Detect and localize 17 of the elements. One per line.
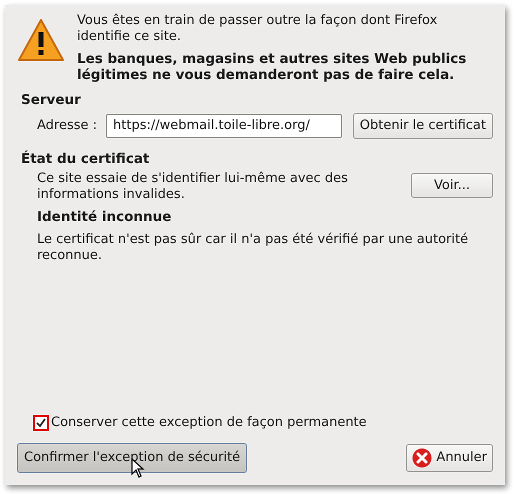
cancel-icon	[412, 448, 432, 468]
get-certificate-button[interactable]: Obtenir le certificat	[352, 113, 493, 139]
checkbox[interactable]	[33, 415, 49, 432]
issue-title: Identité inconnue	[36, 209, 172, 226]
issue-text: Le certificat n'est pas sûr car il n'a pas été vérifié par une autorité reconnue.	[36, 232, 470, 264]
section-heading: Serveur	[20, 92, 82, 110]
certificate-status-text: Ce site essaie de s'identifier lui-même avec des informations invalides.	[37, 170, 349, 204]
checkbox-label[interactable]: Conserver cette exception de façon permanente	[51, 415, 367, 432]
section-heading: État du certificat	[20, 150, 150, 168]
cancel-button[interactable]: Annuler	[406, 444, 493, 472]
warning-icon	[17, 18, 65, 62]
address-label: Adresse :	[37, 118, 98, 134]
warning-message: Vous êtes en train de passer outre la façon dont Firefox identifie ce site.	[77, 13, 438, 46]
confirm-button[interactable]: Confirmer l'exception de sécurité	[17, 443, 248, 473]
address-field[interactable]: https://webmail.toile-libre.org/	[106, 114, 342, 138]
warning-emphasis: Les banques, magasins et autres sites Web publics légitimes ne vous demanderont pas de faire cela.	[77, 50, 468, 84]
view-button[interactable]: Voir...	[411, 172, 493, 198]
